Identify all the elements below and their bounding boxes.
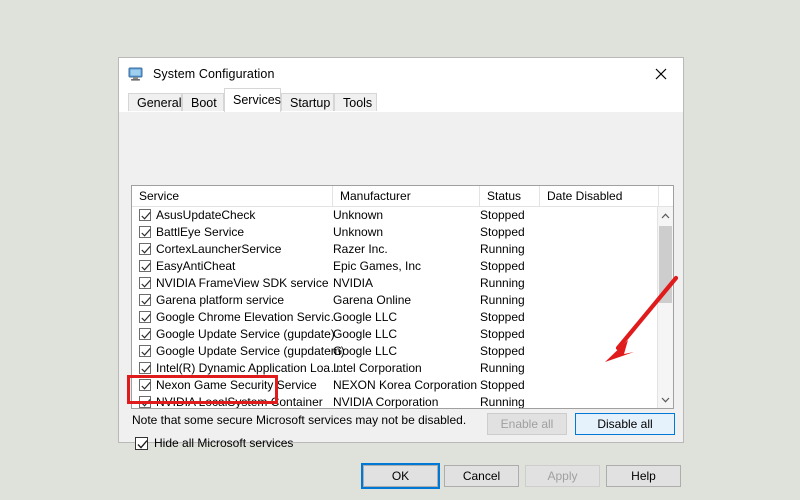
service-enabled-checkbox[interactable] xyxy=(139,379,151,391)
column-header-date-disabled[interactable]: Date Disabled xyxy=(540,186,659,206)
tab-startup[interactable]: Startup xyxy=(281,93,334,112)
table-row[interactable]: Google Chrome Elevation Servic… Google LL… xyxy=(132,309,657,326)
secure-services-note: Note that some secure Microsoft services… xyxy=(132,413,467,427)
column-header-manufacturer[interactable]: Manufacturer xyxy=(333,186,480,206)
close-icon[interactable] xyxy=(639,58,683,89)
table-row[interactable]: CortexLauncherService Razer Inc. Running xyxy=(132,241,657,258)
services-list[interactable]: Service Manufacturer Status Date Disable… xyxy=(131,185,674,409)
ok-button[interactable]: OK xyxy=(363,465,438,487)
services-panel: Service Manufacturer Status Date Disable… xyxy=(119,112,683,487)
service-enabled-checkbox[interactable] xyxy=(139,294,151,306)
checkbox-box[interactable] xyxy=(135,436,148,450)
tab-tools[interactable]: Tools xyxy=(334,93,377,112)
monitor-icon xyxy=(128,66,144,82)
list-rows: AsusUpdateCheck Unknown Stopped BattlEye Se… xyxy=(132,207,657,408)
cell-manufacturer: Unknown xyxy=(333,208,384,222)
service-enabled-checkbox[interactable] xyxy=(139,209,151,221)
cell-status: Stopped xyxy=(480,344,525,358)
service-enabled-checkbox[interactable] xyxy=(139,328,151,340)
service-enabled-checkbox[interactable] xyxy=(139,311,151,323)
window-title: System Configuration xyxy=(153,66,275,81)
tab-general[interactable]: General xyxy=(128,93,182,112)
column-header-service[interactable]: Service xyxy=(132,186,333,206)
tab-boot[interactable]: Boot xyxy=(182,93,224,112)
column-header-status[interactable]: Status xyxy=(480,186,540,206)
cell-status: Running xyxy=(480,276,525,290)
disable-all-button[interactable]: Disable all xyxy=(575,413,675,435)
scroll-down-icon[interactable] xyxy=(658,391,673,408)
service-enabled-checkbox[interactable] xyxy=(139,260,151,272)
cell-manufacturer: NVIDIA Corporation xyxy=(333,395,439,408)
cell-status: Running xyxy=(480,242,525,256)
table-row[interactable]: Google Update Service (gupdatem) Google L… xyxy=(132,343,657,360)
cell-status: Stopped xyxy=(480,378,525,392)
cell-manufacturer: Epic Games, Inc xyxy=(333,259,422,273)
cell-status: Running xyxy=(480,395,525,408)
cell-status: Running xyxy=(480,293,525,307)
cell-status: Stopped xyxy=(480,327,525,341)
service-enabled-checkbox[interactable] xyxy=(139,277,151,289)
table-row[interactable]: Google Update Service (gupdate) Google LL… xyxy=(132,326,657,343)
cell-status: Stopped xyxy=(480,225,525,239)
service-enabled-checkbox[interactable] xyxy=(139,362,151,374)
scrollbar-thumb[interactable] xyxy=(659,226,672,303)
apply-button[interactable]: Apply xyxy=(525,465,600,487)
hide-all-microsoft-services-label: Hide all Microsoft services xyxy=(154,436,294,450)
list-vertical-scrollbar[interactable] xyxy=(657,207,673,408)
cell-manufacturer: NVIDIA xyxy=(333,276,374,290)
table-row[interactable]: Nexon Game Security Service NEXON Korea C… xyxy=(132,377,657,394)
service-enabled-checkbox[interactable] xyxy=(139,345,151,357)
table-row[interactable]: NVIDIA FrameView SDK service NVIDIA Runnin… xyxy=(132,275,657,292)
cell-manufacturer: Google LLC xyxy=(333,327,398,341)
tab-strip: General Boot Services Startup Tools xyxy=(119,88,683,112)
service-enabled-checkbox[interactable] xyxy=(139,243,151,255)
scroll-up-icon[interactable] xyxy=(658,207,673,224)
cancel-button[interactable]: Cancel xyxy=(444,465,519,487)
table-row[interactable]: EasyAntiCheat Epic Games, Inc Stopped xyxy=(132,258,657,275)
cell-manufacturer: Google LLC xyxy=(333,344,398,358)
table-row[interactable]: BattlEye Service Unknown Stopped xyxy=(132,224,657,241)
list-header-row: Service Manufacturer Status Date Disable… xyxy=(132,186,673,207)
table-row[interactable]: NVIDIA LocalSystem Container NVIDIA Corpo… xyxy=(132,394,657,408)
service-enabled-checkbox[interactable] xyxy=(139,396,151,408)
cell-manufacturer: Intel Corporation xyxy=(333,361,422,375)
service-enabled-checkbox[interactable] xyxy=(139,226,151,238)
table-row[interactable]: Garena platform service Garena Online Runn… xyxy=(132,292,657,309)
tab-services[interactable]: Services xyxy=(224,88,281,112)
cell-status: Running xyxy=(480,361,525,375)
cell-manufacturer: Garena Online xyxy=(333,293,412,307)
cell-manufacturer: Google LLC xyxy=(333,310,398,324)
table-row[interactable]: AsusUpdateCheck Unknown Stopped xyxy=(132,207,657,224)
title-bar: System Configuration xyxy=(119,58,683,89)
help-button[interactable]: Help xyxy=(606,465,681,487)
cell-manufacturer: Unknown xyxy=(333,225,384,239)
hide-all-microsoft-services-checkbox[interactable]: Hide all Microsoft services xyxy=(135,436,293,450)
table-row[interactable]: Intel(R) Dynamic Application Loa… Intel C… xyxy=(132,360,657,377)
enable-all-button[interactable]: Enable all xyxy=(487,413,567,435)
cell-status: Stopped xyxy=(480,310,525,324)
cell-manufacturer: Razer Inc. xyxy=(333,242,388,256)
cell-status: Stopped xyxy=(480,208,525,222)
cell-status: Stopped xyxy=(480,259,525,273)
system-configuration-window: System Configuration General Boot Servic… xyxy=(118,57,684,487)
cell-manufacturer: NEXON Korea Corporation xyxy=(333,378,478,392)
